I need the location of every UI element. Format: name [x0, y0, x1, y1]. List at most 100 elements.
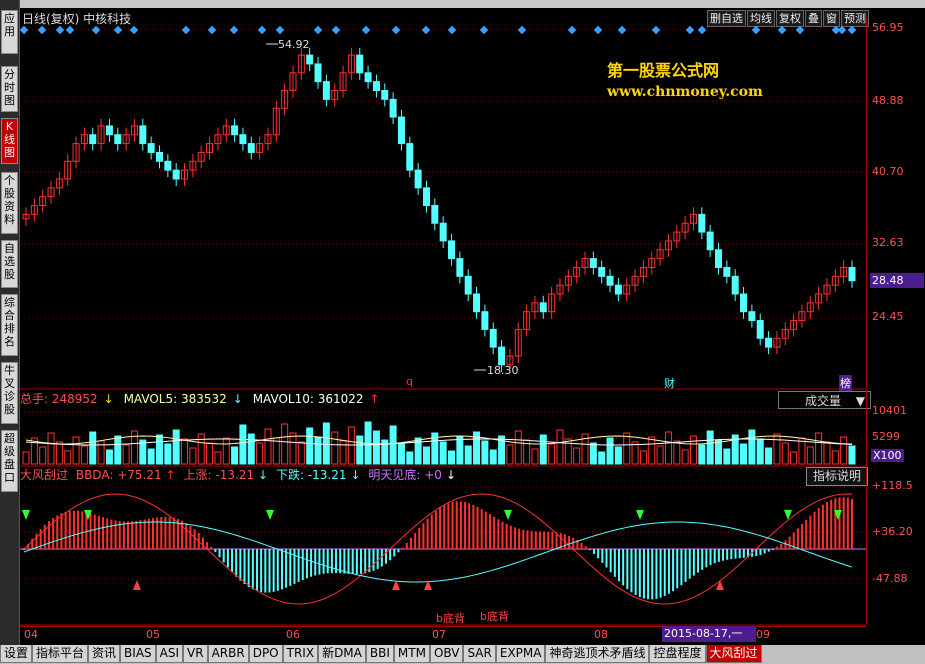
volume-bar — [322, 422, 330, 465]
indicator-bar — [285, 549, 288, 588]
tab-item[interactable]: TRIX — [282, 645, 319, 663]
indicator-bar — [127, 521, 130, 549]
indicator-bar — [185, 523, 188, 549]
indicator-bar — [522, 529, 525, 549]
indicator-axis: +118.5 +36.20 -47.88 — [866, 466, 925, 624]
indicator-bar — [472, 504, 475, 549]
indicator-bar — [468, 503, 471, 549]
chart-canvas[interactable] — [0, 0, 925, 664]
indicator-bar — [430, 514, 433, 549]
volume-bar — [64, 450, 72, 465]
indicator-bar — [414, 532, 417, 549]
indicator-bar — [726, 549, 729, 560]
tab-item[interactable]: 神奇逃顶术矛盾线 — [545, 645, 650, 663]
indicator-bar — [60, 513, 63, 549]
candle-body — [489, 328, 497, 348]
indicator-bar — [609, 549, 612, 573]
indicator-bar — [784, 540, 787, 549]
tab-item[interactable]: BIAS — [120, 645, 156, 663]
indicator-bar — [518, 528, 521, 549]
date-axis-label: 08 — [594, 628, 608, 641]
volume-bar — [147, 448, 155, 465]
indicator-explain-button[interactable]: 指标说明 — [806, 467, 868, 486]
down-arrow-icon: ↓ — [103, 392, 114, 406]
candle-body — [389, 98, 397, 118]
price-axis-label: 40.70 — [872, 165, 904, 178]
tab-item[interactable]: MTM — [393, 645, 430, 663]
indicator-bar — [139, 520, 142, 549]
down-arrow-icon: ↓ — [258, 468, 269, 482]
event-marker-ranking[interactable]: 榜 — [839, 375, 852, 391]
candle-body — [731, 275, 739, 295]
indicator-bar — [23, 549, 25, 550]
tab-item[interactable]: SAR — [463, 645, 496, 663]
indicator-bar — [842, 497, 845, 549]
indicator-bar — [634, 549, 637, 596]
indicator-bar — [513, 527, 516, 549]
tab-item[interactable]: ARBR — [207, 645, 249, 663]
volume-bar — [456, 436, 464, 465]
candle-body — [114, 134, 122, 145]
volume-bar — [80, 445, 88, 465]
volume-bar — [614, 446, 622, 465]
indicator-bar — [260, 549, 263, 593]
indicator-bar — [247, 549, 250, 588]
down-arrow-icon: ↓ — [350, 468, 361, 482]
volume-bar — [306, 427, 314, 465]
volume-bars — [22, 421, 856, 465]
indicator-bar — [93, 514, 96, 549]
candle-body — [406, 143, 414, 171]
candle-body — [740, 293, 748, 313]
volume-bar — [648, 436, 656, 465]
event-diamond-icon — [313, 25, 323, 35]
indicator-bar — [439, 507, 442, 549]
candle-body — [139, 125, 147, 145]
volume-bar — [247, 433, 255, 465]
candle-body — [414, 169, 422, 189]
indicator-bar — [305, 549, 308, 579]
indicator-bar — [722, 549, 725, 561]
tab-item[interactable]: OBV — [429, 645, 464, 663]
volume-bar — [239, 424, 247, 465]
candle-body — [364, 72, 372, 83]
indicator-bar — [272, 549, 275, 592]
tab-item[interactable]: 指标平台 — [32, 645, 89, 663]
event-marker-q[interactable]: q — [406, 375, 413, 388]
event-marker-finance[interactable]: 财 — [664, 375, 675, 391]
indicator-bar — [68, 511, 71, 549]
indicator-bar — [813, 511, 816, 549]
indicator-bar — [401, 547, 404, 549]
tab-item[interactable]: EXPMA — [495, 645, 546, 663]
volume-bar — [397, 442, 405, 465]
tab-item[interactable]: DPO — [248, 645, 283, 663]
price-axis-label: 32.63 — [872, 236, 904, 249]
tab-item[interactable]: 控盘程度 — [649, 645, 706, 663]
tab-item[interactable]: ASI — [155, 645, 184, 663]
tab-item[interactable]: VR — [183, 645, 208, 663]
indicator-bar — [226, 549, 229, 568]
stock-chart-window: { "window": { "chart_title": "日线(复权) 中核科… — [0, 0, 925, 664]
indicator-bar — [480, 509, 483, 549]
event-diamond-icon — [65, 25, 75, 35]
candle-body — [765, 337, 773, 348]
tab-item[interactable]: 设置 — [0, 645, 33, 663]
indicator-bar — [622, 549, 625, 586]
indicator-bar — [613, 549, 616, 577]
volume-bar — [331, 431, 339, 465]
tab-item[interactable]: 资讯 — [88, 645, 121, 663]
tab-item[interactable]: 大风刮过 — [705, 645, 762, 663]
indicator-bar — [651, 549, 654, 600]
indicator-bar — [505, 523, 508, 549]
candle-body — [473, 293, 481, 313]
candle-body — [498, 346, 506, 366]
date-axis-label: 09 — [756, 628, 770, 641]
low-price-label: 18.30 — [487, 364, 519, 377]
volume-bar — [681, 449, 689, 465]
candle-body — [147, 143, 155, 153]
indicator-bar — [543, 531, 546, 549]
volume-indicator-select[interactable]: 成交量 ▼ — [778, 391, 871, 409]
indicator-bar — [642, 549, 645, 599]
tab-item[interactable]: BBI — [365, 645, 394, 663]
tab-item[interactable]: 新DMA — [318, 645, 366, 663]
event-diamond-icon — [257, 25, 267, 35]
